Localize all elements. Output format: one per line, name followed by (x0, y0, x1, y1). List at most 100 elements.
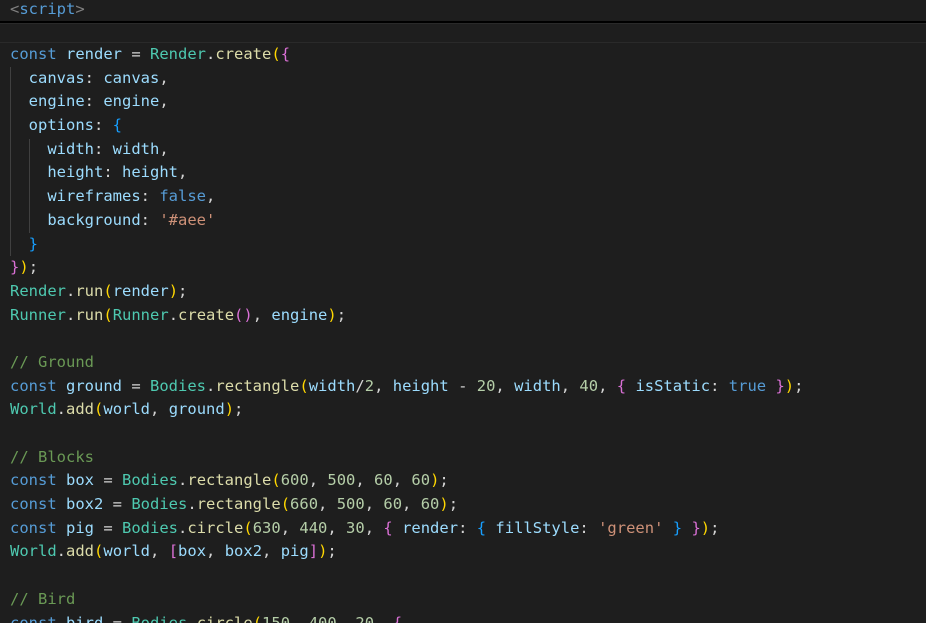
code-token: ; (327, 542, 337, 561)
code-line[interactable]: background: '#aee' (10, 209, 803, 233)
code-token: ( (271, 45, 281, 63)
code-token: , (402, 495, 421, 514)
code-token: = (103, 613, 132, 623)
code-token: [ (168, 542, 179, 561)
code-token: } (691, 518, 701, 537)
code-token: ) (439, 495, 449, 514)
code-line[interactable]: const ground = Bodies.rectangle(width/2,… (10, 375, 803, 399)
sticky-script-tag-line[interactable]: <script> (10, 0, 85, 20)
code-line[interactable]: width: width, (10, 138, 803, 162)
code-token: , (355, 471, 375, 490)
code-editor[interactable]: <script> const render = Render.create({ … (0, 0, 926, 623)
code-token: box2 (66, 495, 104, 514)
code-token: ) (700, 518, 711, 537)
code-token: : (103, 163, 122, 182)
code-line[interactable]: }); (10, 256, 803, 280)
code-line[interactable]: // Bird (10, 588, 803, 612)
code-token: width (112, 139, 160, 158)
code-token: 600 (280, 471, 309, 490)
code-line[interactable] (10, 327, 803, 351)
code-line[interactable]: // Ground (10, 351, 803, 375)
code-token: ( (103, 281, 113, 300)
code-line[interactable]: } (10, 233, 803, 257)
code-line[interactable]: const render = Render.create({ (10, 43, 803, 67)
code-token: run (75, 281, 104, 300)
code-token: 40 (579, 376, 599, 395)
code-token: 500 (327, 471, 356, 490)
code-lines[interactable]: const render = Render.create({ canvas: c… (10, 43, 803, 623)
code-line[interactable] (10, 564, 803, 588)
code-token: width (514, 376, 561, 395)
code-token: . (206, 45, 216, 63)
code-token: { (476, 518, 487, 537)
code-token: : (94, 139, 113, 158)
code-token: false (159, 187, 206, 206)
code-token: Render (150, 45, 207, 63)
code-token: , (280, 518, 300, 537)
code-token: options (10, 116, 94, 135)
code-token: const (10, 613, 57, 623)
code-token: box (66, 471, 95, 490)
code-token: ( (94, 542, 104, 561)
code-line[interactable]: engine: engine, (10, 90, 803, 114)
code-token: , (206, 542, 225, 561)
code-token: ; (336, 305, 347, 324)
code-token: , (159, 139, 169, 158)
code-line[interactable]: height: height, (10, 161, 803, 185)
code-token: ) (318, 542, 328, 561)
code-token: > (75, 0, 85, 18)
code-token: ( (94, 400, 104, 419)
code-token: width (308, 376, 356, 395)
code-token: wireframes (10, 187, 141, 206)
code-token: Runner (112, 305, 169, 324)
code-token: 400 (308, 613, 337, 623)
code-token: ( (103, 305, 113, 324)
code-token: , (327, 518, 347, 537)
code-token: : (710, 376, 729, 395)
code-line[interactable]: options: { (10, 114, 803, 138)
code-token: script (19, 0, 76, 18)
code-token: World (10, 400, 57, 419)
code-token: , (495, 376, 515, 395)
code-line[interactable]: wireframes: false, (10, 185, 803, 209)
code-token: , (150, 542, 169, 561)
code-token: , (150, 400, 169, 419)
code-line[interactable]: Render.run(render); (10, 280, 803, 304)
code-line[interactable]: World.add(world, ground); (10, 398, 803, 422)
code-token: ) (19, 258, 29, 277)
code-token: Bodies (122, 518, 179, 537)
code-token: run (75, 305, 104, 324)
code-token: { (112, 116, 123, 135)
code-token: 60 (411, 471, 431, 490)
code-line[interactable]: Runner.run(Runner.create(), engine); (10, 304, 803, 328)
code-token: add (66, 542, 95, 561)
code-token: , (206, 187, 216, 206)
code-line[interactable]: World.add(world, [box, box2, pig]); (10, 540, 803, 564)
code-line[interactable]: const box = Bodies.rectangle(600, 500, 6… (10, 469, 803, 493)
code-token: 20 (355, 613, 375, 623)
code-token: engine (10, 92, 85, 111)
code-token: 'green' (598, 518, 664, 537)
code-line[interactable] (10, 422, 803, 446)
code-token: ; (178, 281, 188, 300)
code-token: ( (280, 495, 291, 514)
code-line[interactable]: const pig = Bodies.circle(630, 440, 30, … (10, 517, 803, 541)
code-line[interactable]: const bird = Bodies.circle(150, 400, 20,… (10, 612, 803, 623)
code-token: ; (710, 518, 720, 537)
code-token: const (10, 471, 57, 490)
code-token: , (560, 376, 580, 395)
code-line[interactable]: canvas: canvas, (10, 67, 803, 91)
code-token: ( (271, 471, 281, 490)
code-line[interactable]: const box2 = Bodies.rectangle(660, 500, … (10, 493, 803, 517)
code-line[interactable]: // Blocks (10, 446, 803, 470)
code-token: ) (430, 471, 440, 490)
code-token: . (66, 305, 76, 324)
code-token: const (10, 495, 57, 514)
code-token: : (94, 116, 113, 135)
code-token: 60 (383, 495, 403, 514)
code-token: world (103, 542, 151, 561)
code-token: 440 (299, 518, 328, 537)
